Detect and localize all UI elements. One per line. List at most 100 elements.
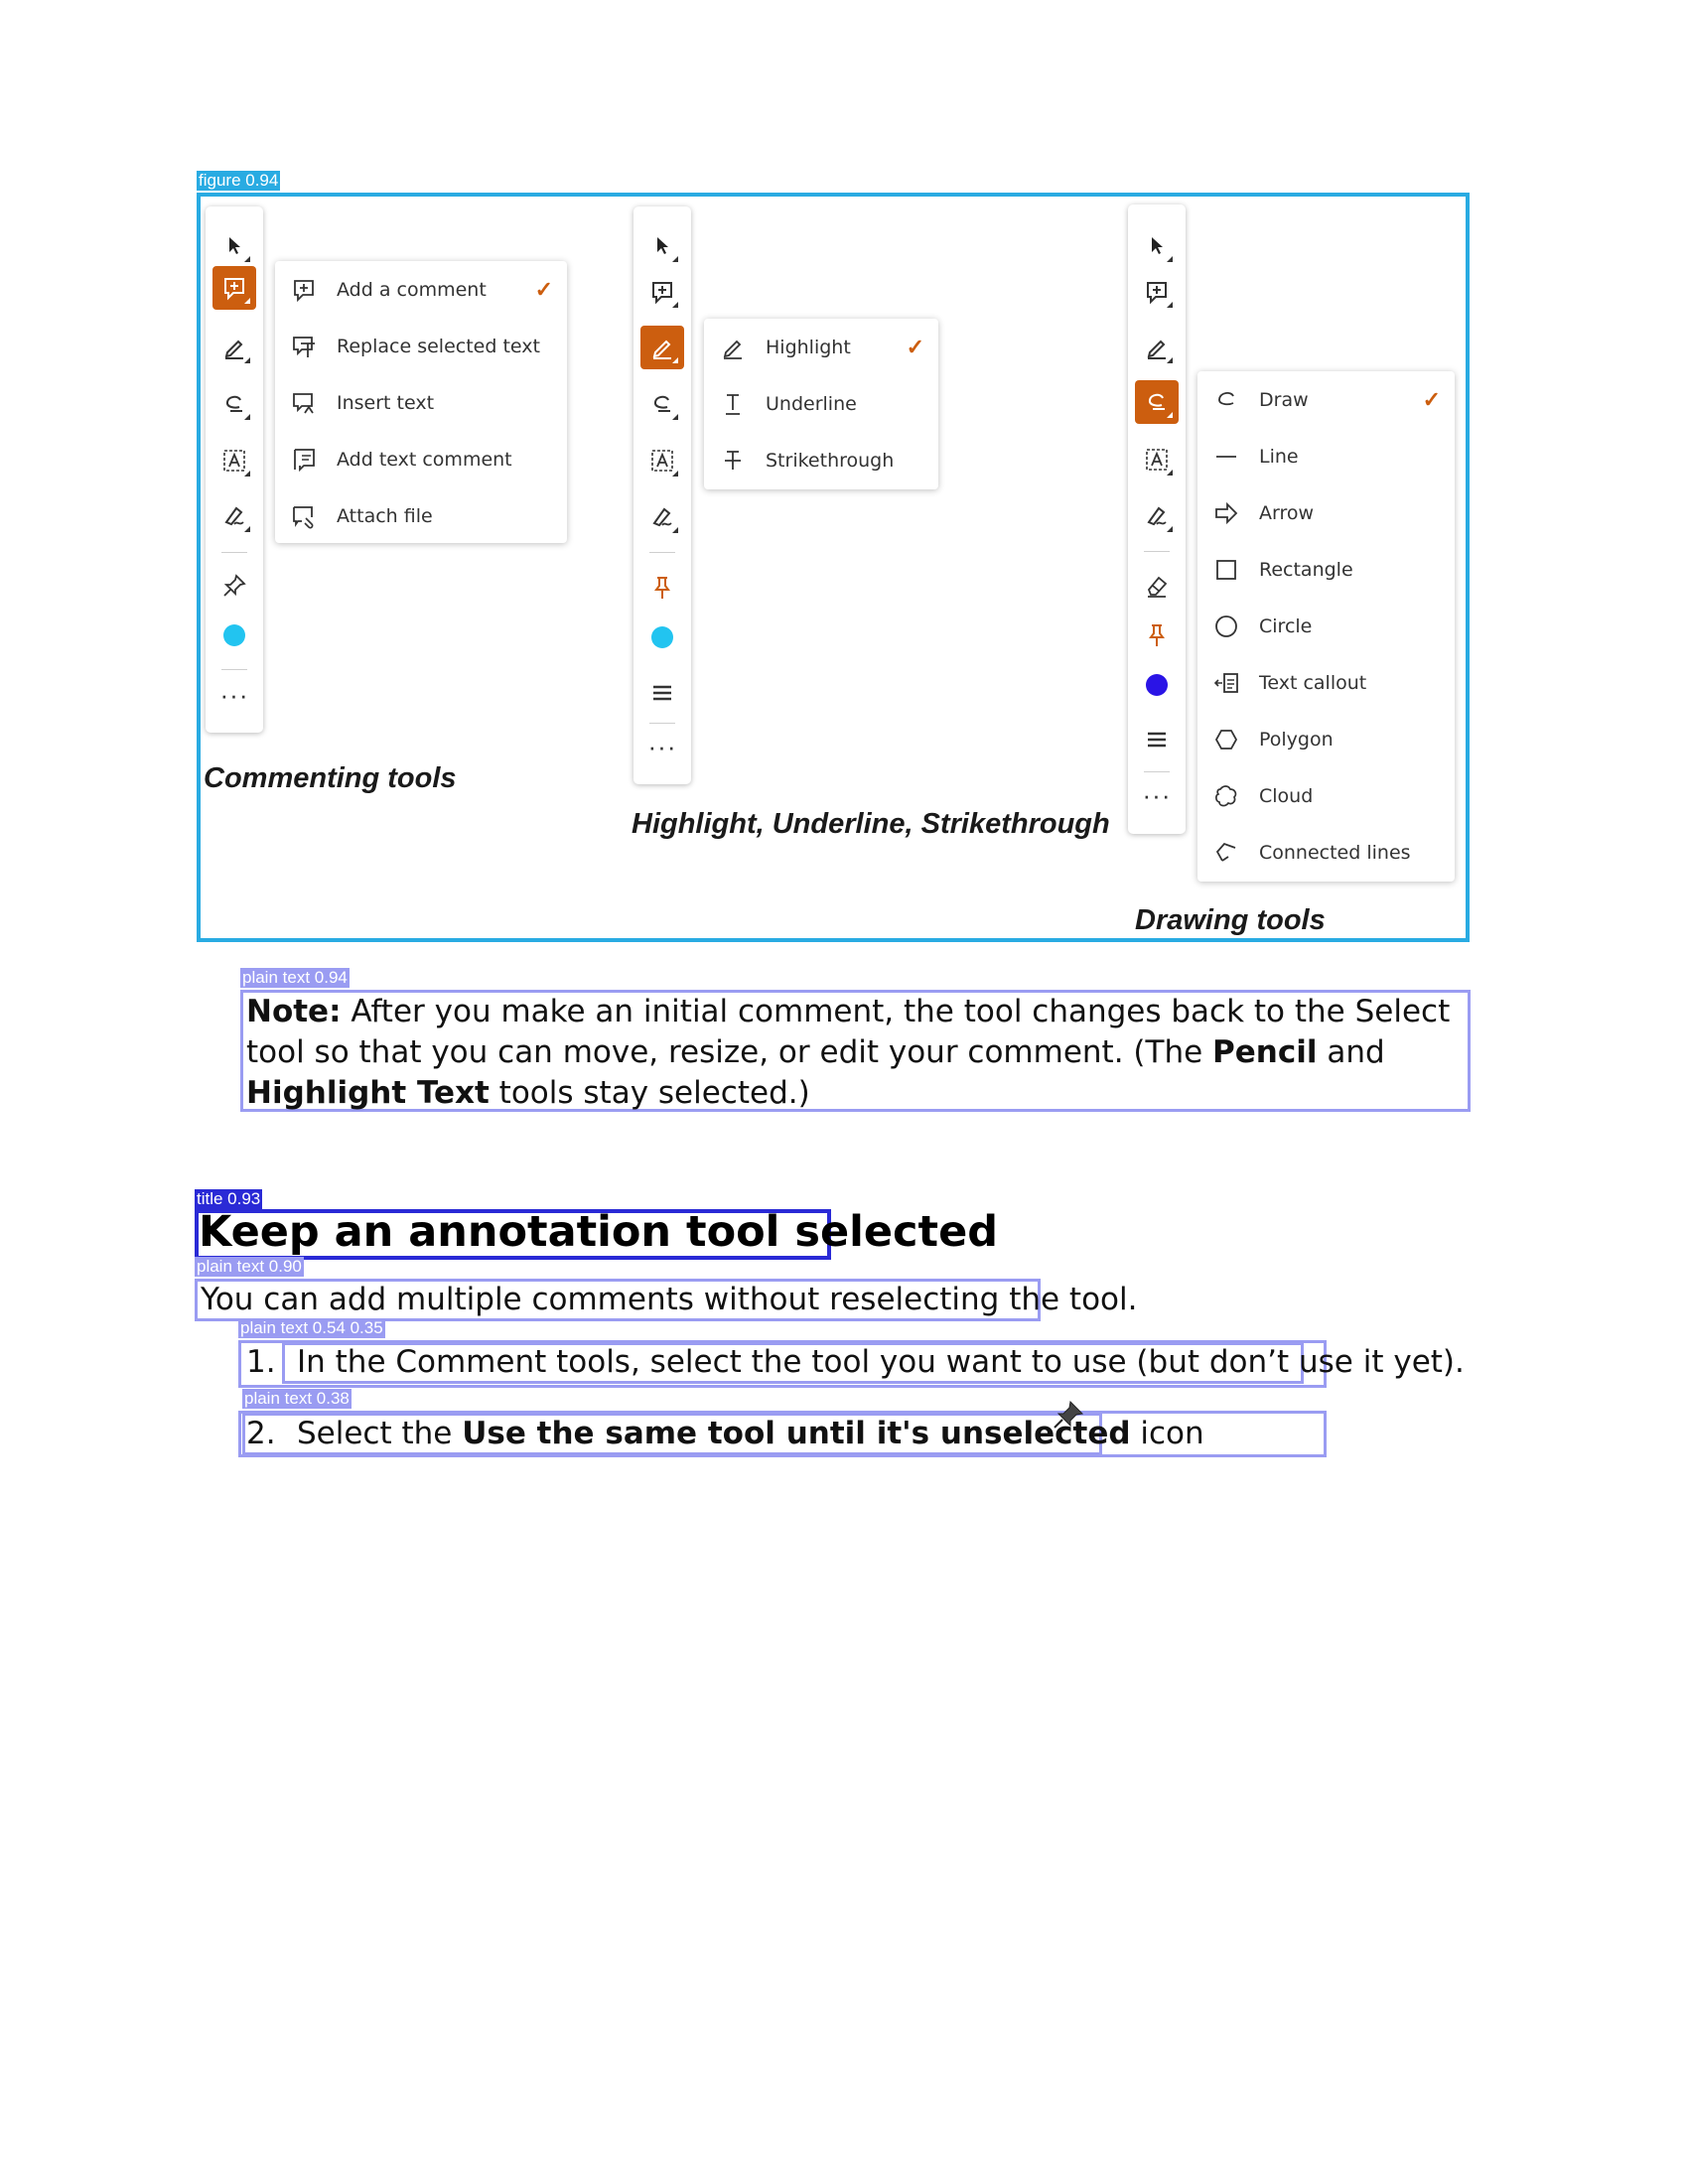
pushpin-icon xyxy=(1051,1398,1086,1433)
menu-item-attach-file[interactable]: Attach file xyxy=(275,487,567,544)
step2-text-part: icon xyxy=(1130,1416,1204,1451)
text-callout-icon xyxy=(1211,668,1241,698)
highlight-toolbar: ··· xyxy=(633,206,691,784)
menu-item-text-callout[interactable]: Text callout xyxy=(1197,654,1455,711)
menu-item-connected-lines[interactable]: Connected lines xyxy=(1197,824,1455,881)
highlight-pen-icon xyxy=(718,333,748,362)
highlight-text-term: Highlight Text xyxy=(246,1075,490,1111)
draw-icon xyxy=(1211,385,1241,415)
strikethrough-icon xyxy=(718,446,748,476)
line-weight-icon xyxy=(653,685,671,701)
menu-item-label: Replace selected text xyxy=(337,335,540,357)
menu-item-label: Line xyxy=(1259,445,1299,468)
draw-tool-button[interactable] xyxy=(1135,380,1179,424)
menu-item-insert-text[interactable]: Insert text xyxy=(275,374,567,431)
caption-drawing: Drawing tools xyxy=(1135,904,1326,936)
menu-item-draw[interactable]: Draw ✓ xyxy=(1197,371,1455,428)
more-options-icon[interactable]: ··· xyxy=(1128,782,1186,808)
pin-icon xyxy=(223,574,246,597)
menu-item-underline[interactable]: Underline xyxy=(704,375,938,432)
comment-tool-button[interactable] xyxy=(1135,270,1179,314)
comment-plus-icon xyxy=(289,275,319,305)
select-tool-button[interactable] xyxy=(1135,224,1179,268)
menu-item-label: Circle xyxy=(1259,614,1313,637)
highlight-menu: Highlight ✓ Underline Strikethrough xyxy=(704,319,938,489)
note-text: and xyxy=(1317,1034,1385,1070)
polygon-icon xyxy=(1211,725,1241,754)
comment-tool-button[interactable] xyxy=(212,266,256,310)
menu-item-arrow[interactable]: Arrow xyxy=(1197,484,1455,541)
menu-item-highlight[interactable]: Highlight ✓ xyxy=(704,319,938,375)
menu-item-label: Cloud xyxy=(1259,784,1314,807)
menu-item-label: Draw xyxy=(1259,388,1309,411)
menu-item-label: Add text comment xyxy=(337,448,512,471)
pushpin-icon xyxy=(1149,624,1165,646)
attach-file-icon xyxy=(289,501,319,531)
menu-item-label: Underline xyxy=(766,392,857,415)
color-swatch[interactable] xyxy=(651,626,673,648)
text-comment-icon xyxy=(289,445,319,475)
more-options-icon[interactable]: ··· xyxy=(633,734,691,759)
insert-text-icon xyxy=(289,388,319,418)
note-paragraph: Note: After you make an initial comment,… xyxy=(246,992,1470,1114)
menu-item-rectangle[interactable]: Rectangle xyxy=(1197,541,1455,598)
text-box-tool-button[interactable] xyxy=(1135,438,1179,481)
step2-text-part: Select the xyxy=(297,1416,463,1451)
signature-tool-button[interactable] xyxy=(1135,494,1179,538)
menu-item-label: Insert text xyxy=(337,391,435,414)
text-box-tool-button[interactable] xyxy=(640,439,684,482)
menu-item-add-comment[interactable]: Add a comment ✓ xyxy=(275,261,567,318)
color-swatch[interactable] xyxy=(223,624,245,646)
eraser-tool-button[interactable] xyxy=(1135,564,1179,608)
replace-text-icon xyxy=(289,332,319,361)
rectangle-icon xyxy=(1211,555,1241,585)
drawing-menu: Draw ✓ Line Arrow Rectangle Circle Text … xyxy=(1197,371,1455,882)
caption-highlight: Highlight, Underline, Strikethrough xyxy=(632,808,1110,840)
keep-tool-pin-button[interactable] xyxy=(212,564,256,608)
commenting-toolbar: ··· xyxy=(206,206,263,733)
step1-number: 1. xyxy=(246,1344,276,1380)
keep-tool-pin-button[interactable] xyxy=(1135,614,1179,657)
commenting-menu: Add a comment ✓ Replace selected text In… xyxy=(275,261,567,543)
highlight-tool-button[interactable] xyxy=(212,326,256,369)
menu-item-cloud[interactable]: Cloud xyxy=(1197,767,1455,824)
draw-tool-button[interactable] xyxy=(212,382,256,426)
menu-item-circle[interactable]: Circle xyxy=(1197,598,1455,654)
draw-tool-button[interactable] xyxy=(640,382,684,426)
signature-tool-button[interactable] xyxy=(212,494,256,538)
note-detection-label: plain text 0.94 xyxy=(240,968,350,988)
line-weight-button[interactable] xyxy=(640,671,684,715)
step1-text: In the Comment tools, select the tool yo… xyxy=(297,1344,1465,1380)
more-options-icon[interactable]: ··· xyxy=(206,682,263,708)
signature-tool-button[interactable] xyxy=(640,495,684,539)
menu-item-replace-text[interactable]: Replace selected text xyxy=(275,318,567,374)
menu-item-label: Highlight xyxy=(766,336,851,358)
menu-item-strikethrough[interactable]: Strikethrough xyxy=(704,432,938,488)
color-swatch[interactable] xyxy=(1146,674,1168,696)
step1-detection-label: plain text 0.54 0.35 xyxy=(238,1318,385,1338)
keep-tool-pin-button[interactable] xyxy=(640,566,684,610)
underline-icon xyxy=(718,389,748,419)
checkmark-icon: ✓ xyxy=(534,276,553,302)
circle-icon xyxy=(1211,612,1241,641)
menu-item-label: Arrow xyxy=(1259,501,1315,524)
highlight-tool-button[interactable] xyxy=(640,326,684,369)
text-box-tool-button[interactable] xyxy=(212,439,256,482)
menu-item-label: Strikethrough xyxy=(766,449,895,472)
comment-tool-button[interactable] xyxy=(640,270,684,314)
select-tool-button[interactable] xyxy=(212,224,256,268)
eraser-icon xyxy=(1147,576,1168,598)
checkmark-icon: ✓ xyxy=(1422,386,1441,412)
menu-item-add-text-comment[interactable]: Add text comment xyxy=(275,431,567,487)
note-lead: Note: xyxy=(246,994,342,1029)
intro-detection-label: plain text 0.90 xyxy=(195,1257,304,1277)
pencil-term: Pencil xyxy=(1212,1034,1318,1070)
highlight-tool-button[interactable] xyxy=(1135,326,1179,369)
line-weight-button[interactable] xyxy=(1135,718,1179,761)
menu-item-polygon[interactable]: Polygon xyxy=(1197,711,1455,767)
select-tool-button[interactable] xyxy=(640,224,684,268)
caption-commenting: Commenting tools xyxy=(204,762,457,794)
step2-detection-label: plain text 0.38 xyxy=(242,1389,352,1409)
same-tool-term: Use the same tool until it's unselected xyxy=(462,1416,1131,1451)
menu-item-line[interactable]: Line xyxy=(1197,428,1455,484)
